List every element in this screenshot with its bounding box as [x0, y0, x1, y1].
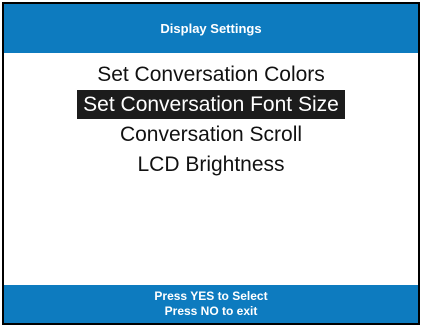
instruction-select: Press YES to Select — [154, 289, 268, 303]
display-settings-screen: Display Settings Set Conversation Colors… — [2, 2, 420, 325]
menu-item-conversation-colors[interactable]: Set Conversation Colors — [4, 60, 418, 90]
instruction-bar: Press YES to Select Press NO to exit — [4, 285, 418, 323]
menu-item-label: Set Conversation Font Size — [77, 90, 345, 119]
menu-item-conversation-font-size[interactable]: Set Conversation Font Size — [4, 90, 418, 120]
screen-title: Display Settings — [160, 21, 262, 36]
menu-item-conversation-scroll[interactable]: Conversation Scroll — [4, 120, 418, 150]
title-bar: Display Settings — [4, 4, 418, 53]
menu-item-label: LCD Brightness — [137, 153, 285, 176]
menu-item-lcd-brightness[interactable]: LCD Brightness — [4, 150, 418, 180]
menu-item-label: Conversation Scroll — [119, 123, 303, 146]
instruction-exit: Press NO to exit — [164, 304, 258, 318]
settings-menu: Set Conversation Colors Set Conversation… — [4, 60, 418, 180]
menu-item-label: Set Conversation Colors — [97, 63, 325, 86]
